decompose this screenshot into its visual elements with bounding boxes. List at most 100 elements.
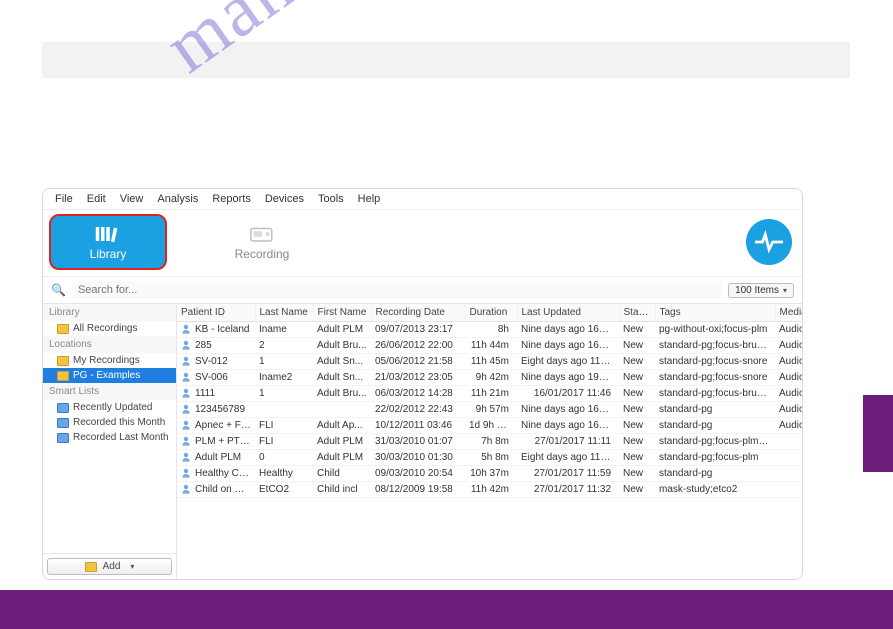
folder-icon — [57, 371, 69, 381]
cell-last-updated: Nine days ago 16:35 — [517, 418, 619, 434]
cell-duration: 1d 9h 13m — [465, 418, 517, 434]
cell-status: New — [619, 338, 655, 354]
sidebar-item-recently-updated[interactable]: Recently Updated — [43, 400, 176, 415]
cell-tags: standard-pg — [655, 402, 775, 418]
table-row[interactable]: Child on EtC...EtCO2Child incl08/12/2009… — [177, 482, 803, 498]
cell-status: New — [619, 466, 655, 482]
menu-devices[interactable]: Devices — [265, 193, 304, 205]
sidebar-item-recorded-this-month[interactable]: Recorded this Month — [43, 415, 176, 430]
col-recording-date[interactable]: Recording Date — [371, 304, 465, 322]
menu-file[interactable]: File — [55, 193, 73, 205]
cell-tags: standard-pg;focus-bruxism — [655, 338, 775, 354]
cell-last-name: 1 — [255, 386, 313, 402]
table-row[interactable]: Apnec + Fl...FLIAdult Ap...10/12/2011 03… — [177, 418, 803, 434]
table-row[interactable]: Healthy ChildHealthyChild09/03/2010 20:5… — [177, 466, 803, 482]
cell-recording-date: 05/06/2012 21:58 — [371, 354, 465, 370]
cell-last-updated: Nine days ago 16:14 — [517, 402, 619, 418]
cell-last-updated: Nine days ago 16:17 — [517, 322, 619, 338]
patient-icon — [181, 388, 191, 398]
cell-media — [775, 434, 803, 450]
cell-patient-id: Adult PLM — [195, 452, 241, 463]
cell-status: New — [619, 434, 655, 450]
sidebar-header-smart-lists: Smart Lists — [43, 383, 176, 400]
add-button[interactable]: Add — [47, 558, 172, 575]
col-tags[interactable]: Tags — [655, 304, 775, 322]
items-per-page-dropdown[interactable]: 100 Items — [728, 283, 794, 298]
sidebar-item-my-recordings[interactable]: My Recordings — [43, 353, 176, 368]
cell-duration: 8h — [465, 322, 517, 338]
items-dd-label: 100 Items — [735, 285, 779, 296]
patient-icon — [181, 404, 191, 414]
patient-icon — [181, 484, 191, 494]
library-icon — [94, 223, 122, 245]
folder-icon — [57, 324, 69, 334]
menu-help[interactable]: Help — [358, 193, 381, 205]
patient-icon — [181, 340, 191, 350]
cell-status: New — [619, 386, 655, 402]
table-row[interactable]: SV-006Iname2Adult Sn...21/03/2012 23:059… — [177, 370, 803, 386]
sidebar-footer: Add — [43, 553, 176, 579]
page-bottom-bar — [0, 590, 893, 629]
cell-last-name: 0 — [255, 450, 313, 466]
sidebar-item-all-recordings[interactable]: All Recordings — [43, 321, 176, 336]
col-patient-id[interactable]: Patient ID — [177, 304, 255, 322]
col-duration[interactable]: Duration — [465, 304, 517, 322]
cell-status: New — [619, 418, 655, 434]
cell-media — [775, 466, 803, 482]
col-last-updated[interactable]: Last Updated — [517, 304, 619, 322]
cell-last-name: 2 — [255, 338, 313, 354]
menu-edit[interactable]: Edit — [87, 193, 106, 205]
list-icon — [57, 418, 69, 428]
cell-recording-date: 30/03/2010 01:30 — [371, 450, 465, 466]
cell-last-updated: 27/01/2017 11:11 — [517, 434, 619, 450]
cell-media: Audio — [775, 402, 803, 418]
search-input[interactable] — [72, 281, 722, 299]
cell-last-updated: 27/01/2017 11:59 — [517, 466, 619, 482]
sidebar-item-recorded-last-month[interactable]: Recorded Last Month — [43, 430, 176, 445]
list-icon — [57, 433, 69, 443]
tab-recording[interactable]: Recording — [203, 214, 321, 270]
cell-media: Audio — [775, 386, 803, 402]
table-row[interactable]: 11111Adult Bru...06/03/2012 14:2811h 21m… — [177, 386, 803, 402]
table-row[interactable]: PLM + PTT ...FLIAdult PLM31/03/2010 01:0… — [177, 434, 803, 450]
cell-last-updated: Nine days ago 19:10 — [517, 370, 619, 386]
page-top-placeholder — [42, 42, 850, 78]
sidebar-item-pg-examples[interactable]: PG - Examples — [43, 368, 176, 383]
cell-last-name: Iname — [255, 322, 313, 338]
cell-status: New — [619, 482, 655, 498]
menu-tools[interactable]: Tools — [318, 193, 344, 205]
col-last-name[interactable]: Last Name — [255, 304, 313, 322]
col-media[interactable]: Media — [775, 304, 803, 322]
menu-reports[interactable]: Reports — [212, 193, 251, 205]
table-row[interactable]: 2852Adult Bru...26/06/2012 22:0011h 44mN… — [177, 338, 803, 354]
table-row[interactable]: KB - IcelandInameAdult PLM09/07/2013 23:… — [177, 322, 803, 338]
cell-recording-date: 21/03/2012 23:05 — [371, 370, 465, 386]
patient-icon — [181, 372, 191, 382]
table-row[interactable]: Adult PLM0Adult PLM30/03/2010 01:305h 8m… — [177, 450, 803, 466]
cell-duration: 9h 57m — [465, 402, 517, 418]
cell-duration: 11h 42m — [465, 482, 517, 498]
cell-patient-id: SV-006 — [195, 372, 228, 383]
cell-media: Audio — [775, 338, 803, 354]
cell-first-name: Adult PLM — [313, 450, 371, 466]
cell-recording-date: 08/12/2009 19:58 — [371, 482, 465, 498]
cell-duration: 11h 44m — [465, 338, 517, 354]
cell-first-name: Adult Bru... — [313, 386, 371, 402]
folder-icon — [57, 356, 69, 366]
cell-media — [775, 450, 803, 466]
col-status[interactable]: Status — [619, 304, 655, 322]
col-first-name[interactable]: First Name — [313, 304, 371, 322]
recorder-device-icon — [248, 223, 276, 245]
tab-library[interactable]: Library — [49, 214, 167, 270]
menu-analysis[interactable]: Analysis — [157, 193, 198, 205]
cell-status: New — [619, 370, 655, 386]
search-bar: 🔍 100 Items — [43, 277, 802, 304]
table-row[interactable]: SV-0121Adult Sn...05/06/2012 21:5811h 45… — [177, 354, 803, 370]
table-row[interactable]: 12345678922/02/2012 22:439h 57mNine days… — [177, 402, 803, 418]
cell-last-updated: Nine days ago 16:29 — [517, 338, 619, 354]
cell-last-name: EtCO2 — [255, 482, 313, 498]
cell-patient-id: Healthy Child — [195, 468, 254, 479]
menu-view[interactable]: View — [120, 193, 144, 205]
brand-logo — [746, 219, 792, 265]
cell-patient-id: SV-012 — [195, 356, 228, 367]
